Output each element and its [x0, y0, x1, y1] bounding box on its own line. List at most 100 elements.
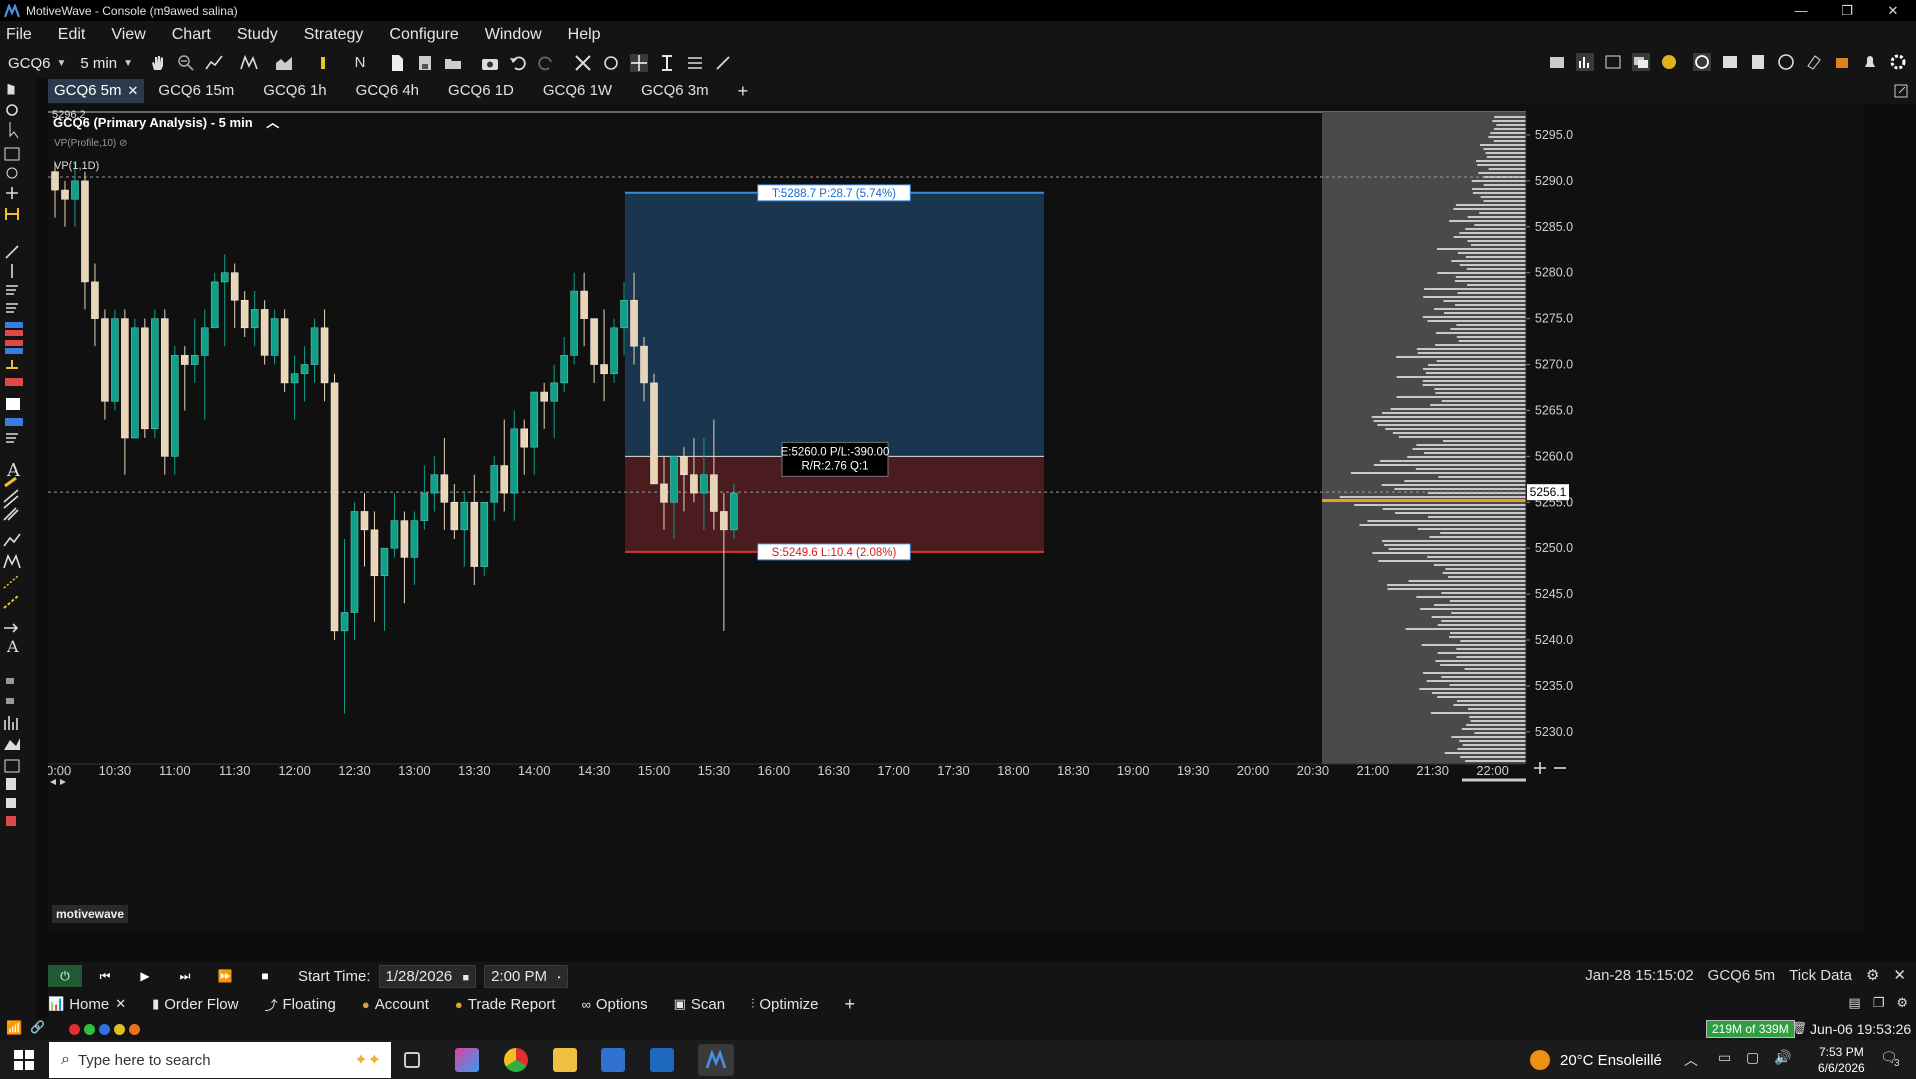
visibility-off-icon[interactable]: ⊘: [119, 138, 127, 149]
taskbar-search[interactable]: ⌕ Type here to search ✦✦: [49, 1042, 391, 1078]
candle-body[interactable]: [260, 309, 269, 356]
panel-floating[interactable]: ⤴ Floating: [264, 995, 335, 1014]
tab-gcq6-5m[interactable]: GCQ6 5m ✕: [48, 79, 145, 103]
notification-icon[interactable]: [1861, 53, 1879, 71]
candle-body[interactable]: [240, 299, 249, 329]
system-clock[interactable]: 7:53 PM 6/6/2026: [1818, 1044, 1865, 1076]
gear-icon[interactable]: ⚙: [1896, 995, 1908, 1011]
chrome-icon[interactable]: [504, 1048, 528, 1072]
current-price-tag[interactable]: 5256.1: [1530, 485, 1567, 499]
note-icon[interactable]: [1749, 53, 1767, 71]
redo-icon[interactable]: [537, 54, 555, 72]
gear-icon[interactable]: ⚙: [1866, 966, 1879, 984]
candle-body[interactable]: [300, 364, 309, 375]
candle-body[interactable]: [670, 456, 678, 503]
candle-body[interactable]: [320, 327, 329, 384]
candle-body[interactable]: [630, 299, 638, 347]
candle-body[interactable]: [720, 511, 728, 531]
candle-body[interactable]: [430, 474, 439, 494]
table-icon[interactable]: ▤: [1848, 995, 1860, 1011]
candle-body[interactable]: [250, 309, 259, 329]
replay-icon[interactable]: [602, 54, 620, 72]
candle-body[interactable]: [400, 520, 409, 558]
windows-icon[interactable]: [1632, 53, 1650, 71]
candle-body[interactable]: [340, 612, 349, 632]
candle-body[interactable]: [270, 318, 279, 356]
candle-body[interactable]: [530, 391, 539, 448]
tab-gcq6-1w[interactable]: GCQ6 1W: [537, 79, 618, 103]
candle-body[interactable]: [380, 547, 389, 577]
candle-body[interactable]: [610, 327, 618, 375]
candle-body[interactable]: [190, 355, 199, 365]
candle-body[interactable]: [460, 501, 469, 531]
tab-gcq6-4h[interactable]: GCQ6 4h: [350, 79, 425, 103]
candle-body[interactable]: [560, 355, 568, 384]
menu-help[interactable]: Help: [568, 26, 601, 44]
candle-body[interactable]: [111, 318, 119, 402]
bar-style-icon[interactable]: [314, 54, 332, 72]
symbol-select[interactable]: GCQ6 ▼: [8, 55, 66, 72]
candle-body[interactable]: [121, 318, 129, 439]
sync-icon[interactable]: [1693, 53, 1711, 71]
candle-body[interactable]: [590, 318, 598, 365]
entry-label[interactable]: E:5260.0 P/L:-390.00: [781, 446, 890, 458]
candle-body[interactable]: [61, 189, 69, 200]
candle-body[interactable]: [690, 474, 698, 494]
list-icon[interactable]: [686, 54, 704, 72]
tools-icon[interactable]: [574, 54, 592, 72]
save-icon[interactable]: [416, 54, 434, 72]
candle-body[interactable]: [500, 465, 509, 494]
candle-body[interactable]: [550, 382, 558, 402]
panel-account[interactable]: ● Account: [362, 996, 429, 1013]
candle-body[interactable]: [420, 492, 429, 521]
candle-body[interactable]: [51, 171, 59, 191]
candle-body[interactable]: [490, 465, 499, 503]
clock-icon[interactable]: [1777, 53, 1795, 71]
candle-body[interactable]: [540, 391, 548, 402]
line-study-icon[interactable]: [205, 54, 223, 72]
panel-order-flow[interactable]: ▮ Order Flow: [152, 996, 238, 1013]
candle-body[interactable]: [101, 318, 109, 402]
candle-body[interactable]: [520, 428, 529, 448]
candle-body[interactable]: [220, 272, 229, 283]
candle-body[interactable]: [390, 520, 399, 549]
tab-gcq6-3m[interactable]: GCQ6 3m: [635, 79, 715, 103]
menu-edit[interactable]: Edit: [58, 26, 86, 44]
file-explorer-icon[interactable]: [553, 1048, 577, 1072]
open-folder-icon[interactable]: [444, 54, 462, 72]
panel-home[interactable]: 📊 Home ✕: [48, 996, 126, 1013]
volume-tray-icon[interactable]: 🔊: [1774, 1049, 1791, 1066]
price-chart[interactable]: 5296.2 T:5288.7 P:28.7 (5.74%) S:5249.6 L:…: [48, 104, 1864, 930]
candle-body[interactable]: [180, 355, 189, 365]
candle-body[interactable]: [510, 428, 519, 494]
interval-select[interactable]: 5 min ▼: [80, 55, 133, 72]
calendar-icon[interactable]: ■: [462, 972, 469, 984]
candle-body[interactable]: [360, 511, 369, 531]
detach-window-icon[interactable]: [1894, 84, 1908, 98]
camera-icon[interactable]: [481, 54, 499, 72]
candle-body[interactable]: [290, 373, 299, 384]
candle-body[interactable]: [151, 318, 159, 430]
camera-tray-icon[interactable]: ▭: [1718, 1049, 1731, 1066]
start-time-field[interactable]: 2:00 PM ◔: [484, 964, 569, 988]
link-icon[interactable]: [714, 54, 732, 72]
candle-body[interactable]: [200, 327, 209, 356]
candle-body[interactable]: [470, 501, 479, 567]
candle-body[interactable]: [730, 492, 738, 531]
candle-body[interactable]: [680, 456, 688, 476]
copy-icon[interactable]: ❐: [1873, 995, 1885, 1011]
drawing-tools-icons[interactable]: A A: [0, 78, 36, 1022]
collapse-chevron-icon[interactable]: ︿: [266, 115, 279, 130]
close-icon[interactable]: ✕: [128, 83, 139, 98]
candle-body[interactable]: [650, 382, 658, 485]
panel-optimize[interactable]: ⫶ Optimize: [751, 996, 818, 1013]
menu-configure[interactable]: Configure: [389, 26, 458, 44]
candle-body[interactable]: [350, 511, 359, 613]
bars-icon[interactable]: [1576, 53, 1594, 71]
eraser-icon[interactable]: [1805, 53, 1823, 71]
candle-body[interactable]: [370, 529, 379, 577]
candle-body[interactable]: [330, 382, 339, 632]
menu-study[interactable]: Study: [237, 26, 278, 44]
candle-body[interactable]: [620, 299, 628, 329]
menu-file[interactable]: File: [6, 26, 32, 44]
